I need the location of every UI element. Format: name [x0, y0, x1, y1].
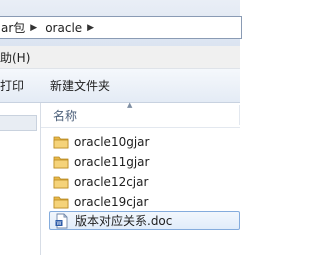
list-item[interactable]: oracle19cjar: [53, 192, 240, 211]
folder-icon: [53, 174, 69, 190]
list-item[interactable]: oracle12cjar: [53, 172, 240, 191]
folder-icon: [53, 134, 69, 150]
folder-icon: [53, 194, 69, 210]
item-name: oracle12cjar: [74, 174, 149, 189]
column-header: 名称 ▲: [41, 101, 240, 128]
breadcrumb-current[interactable]: oracle: [43, 21, 85, 35]
menu-bar: 助(H): [0, 46, 240, 69]
item-name: oracle10gjar: [74, 134, 150, 149]
file-list: 名称 ▲ oracle10gjar oracle11gjar oracle12c…: [41, 101, 240, 255]
breadcrumb-parent[interactable]: ar包: [0, 19, 28, 36]
column-header-name[interactable]: 名称: [53, 107, 77, 124]
svg-text:W: W: [57, 221, 62, 227]
breadcrumb-chevron-icon[interactable]: ▶: [85, 23, 100, 33]
address-bar[interactable]: ar包 ▶ oracle ▶: [0, 16, 242, 39]
list-item-selected[interactable]: W 版本对应关系.doc: [49, 211, 240, 230]
list-item[interactable]: oracle11gjar: [53, 152, 240, 171]
column-divider[interactable]: [239, 105, 240, 125]
folder-icon: [53, 154, 69, 170]
doc-file-icon: W: [54, 213, 70, 229]
navigation-pane: [0, 103, 41, 255]
nav-selected-item[interactable]: [0, 115, 37, 131]
item-name: oracle11gjar: [74, 154, 150, 169]
print-button[interactable]: 打印: [0, 77, 24, 94]
item-name: oracle19cjar: [74, 194, 149, 209]
list-item[interactable]: oracle10gjar: [53, 132, 240, 151]
breadcrumb-chevron-icon[interactable]: ▶: [28, 23, 43, 33]
sort-arrow-icon: ▲: [127, 101, 133, 109]
new-folder-button[interactable]: 新建文件夹: [50, 77, 110, 94]
address-bar-area: ar包 ▶ oracle ▶: [0, 0, 242, 46]
command-bar: 打印 新建文件夹: [0, 69, 240, 103]
menu-help[interactable]: 助(H): [0, 49, 30, 66]
item-name: 版本对应关系.doc: [75, 214, 173, 228]
